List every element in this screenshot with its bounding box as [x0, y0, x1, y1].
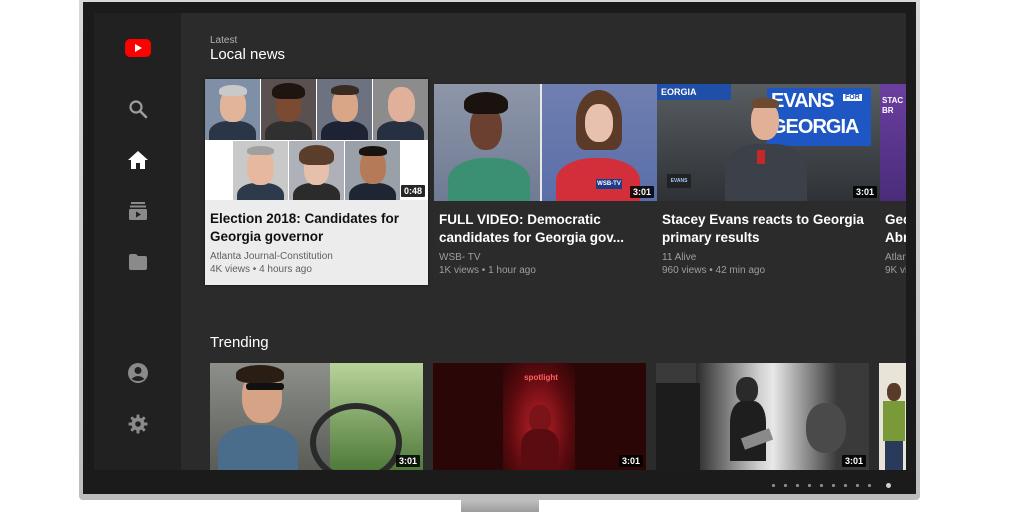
video-thumbnail: EORGIA EVANS FOR GEORGIA EVANS 3:01	[657, 84, 880, 201]
video-channel: Atlant	[885, 252, 906, 263]
video-meta: 960 views • 42 min ago	[662, 265, 766, 276]
section-title-trending: Trending	[210, 334, 269, 351]
gear-icon	[128, 414, 148, 434]
tv-control-lights	[772, 481, 891, 489]
video-duration: 3:01	[629, 186, 654, 198]
video-thumbnail: spotlight 3:01	[433, 363, 646, 470]
video-card-election-2018[interactable]: 0:48 Election 2018: Candidates for Georg…	[205, 79, 428, 285]
video-title: Stacey Evans reacts to Georgia primary r…	[662, 212, 864, 245]
video-channel: 11 Alive	[662, 252, 697, 263]
search-icon	[129, 100, 148, 119]
sidebar-item-library[interactable]	[123, 247, 153, 277]
sidebar-item-search[interactable]	[123, 94, 153, 124]
youtube-logo[interactable]	[123, 33, 153, 63]
wsb-tv-bug: WSB-TV	[596, 179, 622, 189]
video-thumbnail: 3:01	[656, 363, 869, 470]
youtube-logo-icon	[125, 39, 151, 57]
video-duration: 3:01	[618, 455, 643, 467]
account-icon	[128, 363, 148, 383]
folder-icon	[129, 254, 147, 270]
power-indicator-icon	[886, 482, 891, 488]
section-title-local-news: Local news	[210, 46, 286, 63]
video-duration: 3:01	[852, 186, 877, 198]
sidebar	[94, 13, 181, 470]
sidebar-item-subscriptions[interactable]	[123, 196, 153, 226]
video-thumbnail: 0:48	[205, 79, 428, 200]
video-duration: 3:01	[841, 455, 866, 467]
sidebar-item-account[interactable]	[123, 358, 153, 388]
home-icon	[128, 151, 148, 169]
video-thumbnail: WSB-TV 3:01	[434, 84, 657, 201]
video-meta: 1K views • 1 hour ago	[439, 265, 536, 276]
video-meta: 9K vie	[885, 265, 906, 276]
video-thumbnail: STAC BR	[880, 84, 906, 201]
video-title: Geo Abra	[885, 212, 906, 245]
video-meta: 4K views • 4 hours ago	[210, 264, 312, 275]
tv-screen: Latest Local news 0:48 Election 2018: Ca…	[94, 13, 906, 470]
sidebar-item-home[interactable]	[123, 145, 153, 175]
video-title: Election 2018: Candidates for Georgia go…	[210, 211, 400, 244]
sidebar-item-settings[interactable]	[123, 409, 153, 439]
video-duration: 0:48	[400, 185, 425, 197]
video-duration: 3:01	[395, 455, 420, 467]
video-channel: Atlanta Journal-Constitution	[210, 251, 333, 262]
video-thumbnail: 3:01	[210, 363, 423, 470]
video-title: FULL VIDEO: Democratic candidates for Ge…	[439, 212, 625, 245]
subscriptions-icon	[129, 202, 147, 220]
main-content: Latest Local news 0:48 Election 2018: Ca…	[181, 13, 906, 470]
tv-stand	[461, 500, 539, 512]
video-thumbnail	[879, 363, 906, 470]
section-eyebrow: Latest	[210, 35, 238, 46]
video-channel: WSB- TV	[439, 252, 481, 263]
